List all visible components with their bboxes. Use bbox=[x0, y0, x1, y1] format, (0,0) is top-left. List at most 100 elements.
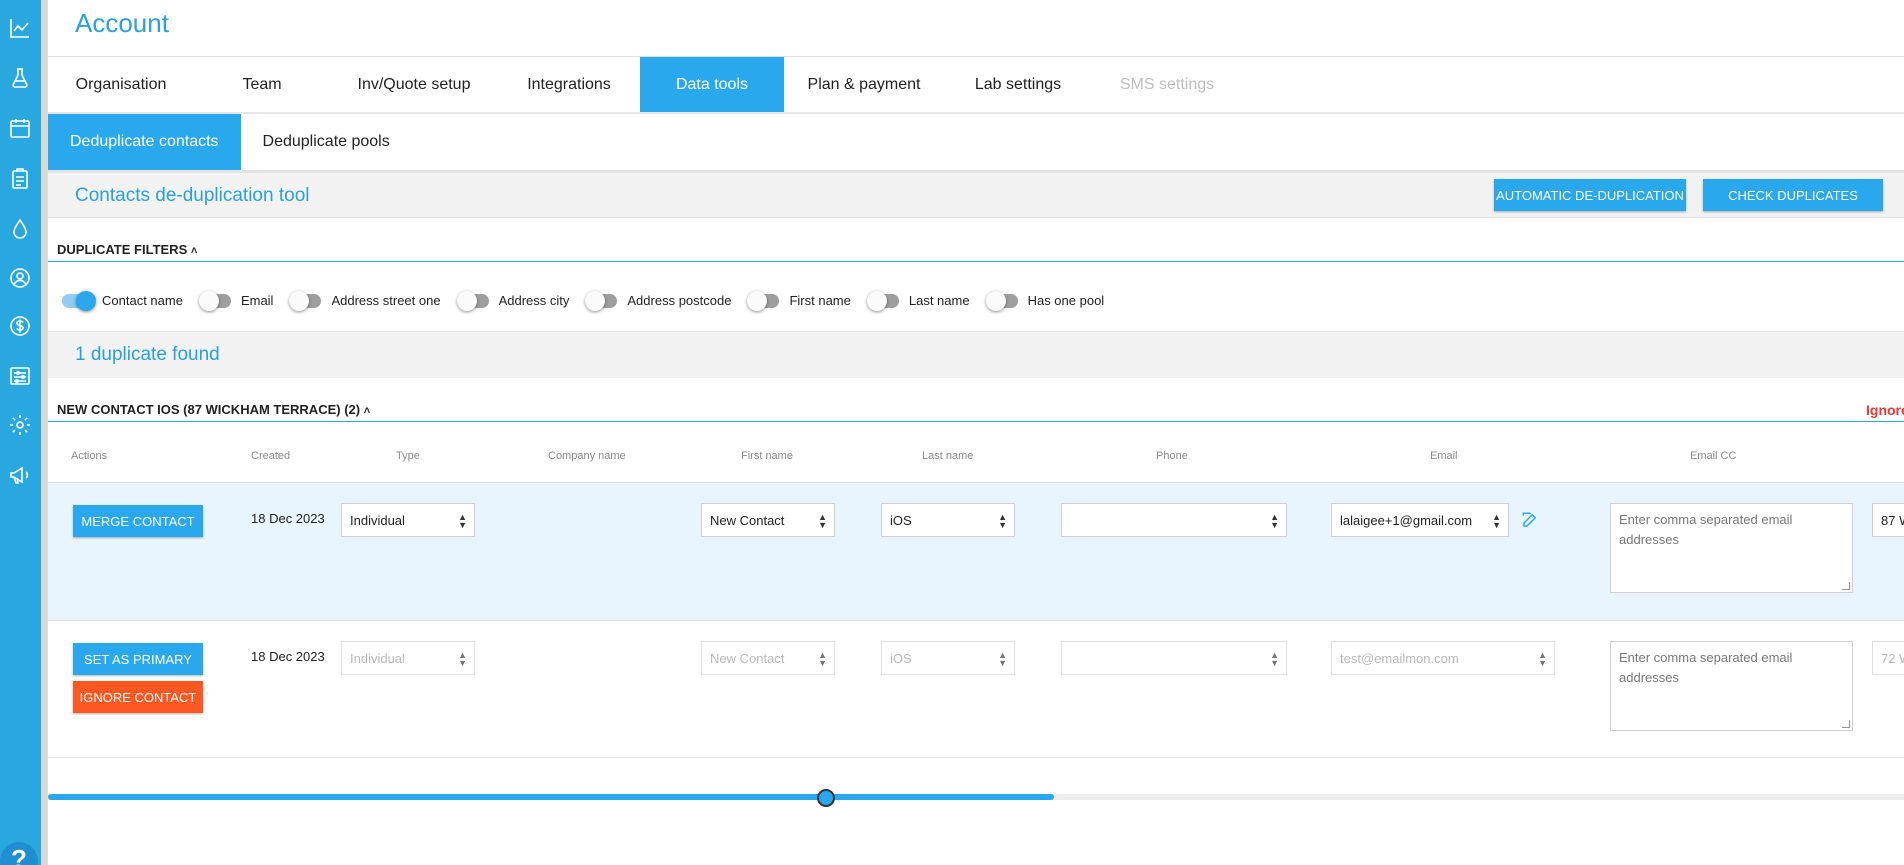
chevron-up-icon: ˄ bbox=[190, 245, 198, 257]
toggle-label: Has one pool bbox=[1027, 293, 1105, 308]
sort-arrows-icon: ▲ ▼ bbox=[1538, 650, 1547, 668]
scrollbar-thumb[interactable] bbox=[48, 794, 1054, 800]
tab-integrations[interactable]: Integrations bbox=[498, 57, 640, 112]
duplicate-summary-bar: 1 duplicate found bbox=[48, 331, 1904, 378]
sort-arrows-icon: ▲ ▼ bbox=[1270, 512, 1279, 530]
last-name-select[interactable]: iOS ▲ ▼ bbox=[881, 641, 1015, 675]
dollar-circle-icon[interactable] bbox=[7, 313, 33, 339]
filter-email[interactable]: Email bbox=[198, 290, 273, 311]
water-drop-icon[interactable] bbox=[7, 216, 33, 242]
toggle-label: Address street one bbox=[331, 293, 441, 308]
toggle-switch[interactable] bbox=[747, 290, 780, 311]
filter-last-name[interactable]: Last name bbox=[866, 290, 970, 311]
col-first-name: First name bbox=[741, 450, 793, 462]
col-company-name: Company name bbox=[548, 450, 626, 462]
tab-inv-quote-setup[interactable]: Inv/Quote setup bbox=[330, 57, 498, 112]
gear-icon[interactable] bbox=[7, 412, 33, 438]
subtab-deduplicate-pools[interactable]: Deduplicate pools bbox=[241, 114, 412, 170]
col-created: Created bbox=[251, 450, 291, 462]
tab-lab-settings[interactable]: Lab settings bbox=[944, 57, 1092, 112]
calendar-icon[interactable] bbox=[7, 115, 33, 141]
tab-sms-settings: SMS settings bbox=[1119, 76, 1215, 93]
chevron-up-icon: ˄ bbox=[363, 405, 371, 417]
col-email: Email bbox=[1430, 450, 1458, 462]
check-duplicates-button[interactable]: CHECK DUPLICATES bbox=[1703, 179, 1883, 211]
sort-arrows-icon: ▲ ▼ bbox=[998, 650, 1007, 668]
toggle-switch[interactable] bbox=[62, 290, 96, 311]
first-name-select[interactable]: New Contact ▲ ▼ bbox=[701, 503, 835, 537]
address-field[interactable]: 72 W bbox=[1872, 641, 1904, 675]
duplicate-group-toggle[interactable]: NEW CONTACT IOS (87 WICKHAM TERRACE) (2)… bbox=[57, 402, 370, 417]
divider bbox=[48, 757, 1904, 758]
megaphone-icon[interactable] bbox=[7, 462, 33, 488]
group-title: NEW CONTACT IOS (87 WICKHAM TERRACE) (2) bbox=[57, 402, 361, 417]
tool-header: Contacts de-duplication tool AUTOMATIC D… bbox=[48, 170, 1904, 218]
set-as-primary-button[interactable]: SET AS PRIMARY bbox=[73, 643, 203, 675]
toggle-switch[interactable] bbox=[289, 290, 322, 311]
email-select[interactable]: test@emailmon.com ▲ ▼ bbox=[1331, 641, 1555, 675]
sliders-icon[interactable] bbox=[7, 363, 33, 389]
tool-title: Contacts de-duplication tool bbox=[75, 185, 310, 206]
sort-arrows-icon: ▲ ▼ bbox=[818, 512, 827, 530]
phone-select[interactable]: ▲ ▼ bbox=[1061, 503, 1287, 537]
filter-address-city[interactable]: Address city bbox=[456, 290, 570, 311]
filter-toggles: Contact name Email Address street one Ad… bbox=[62, 290, 1122, 311]
toggle-switch[interactable] bbox=[985, 290, 1018, 311]
page-title: Account bbox=[75, 8, 169, 38]
automatic-deduplication-button[interactable]: AUTOMATIC DE-DUPLICATION bbox=[1494, 179, 1686, 211]
duplicate-count: 1 duplicate found bbox=[75, 344, 220, 365]
ignore-group-link[interactable]: Ignore bbox=[1866, 402, 1904, 418]
toggle-switch[interactable] bbox=[456, 290, 489, 311]
ignore-contact-button[interactable]: IGNORE CONTACT bbox=[73, 681, 203, 713]
sort-arrows-icon: ▲ ▼ bbox=[1270, 650, 1279, 668]
clipboard-icon[interactable] bbox=[7, 166, 33, 192]
email-cc-textarea[interactable]: Enter comma separated email addresses bbox=[1610, 641, 1853, 731]
filter-contact-name[interactable]: Contact name bbox=[62, 290, 183, 311]
merge-contact-button[interactable]: MERGE CONTACT bbox=[73, 505, 203, 537]
help-icon[interactable]: ? bbox=[0, 842, 38, 865]
divider bbox=[48, 620, 1904, 621]
phone-select[interactable]: ▲ ▼ bbox=[1061, 641, 1287, 675]
scroll-handle[interactable] bbox=[817, 789, 835, 807]
sort-arrows-icon: ▲ ▼ bbox=[458, 650, 467, 668]
last-name-select[interactable]: iOS ▲ ▼ bbox=[881, 503, 1015, 537]
tab-organisation[interactable]: Organisation bbox=[48, 57, 194, 112]
sidebar-border bbox=[41, 0, 48, 865]
address-field[interactable]: 87 W bbox=[1872, 503, 1904, 537]
filter-address-postcode[interactable]: Address postcode bbox=[585, 290, 732, 311]
sort-arrows-icon: ▲ ▼ bbox=[458, 512, 467, 530]
subtab-deduplicate-contacts[interactable]: Deduplicate contacts bbox=[48, 114, 241, 170]
tab-team[interactable]: Team bbox=[194, 57, 330, 112]
account-tabs: Organisation Team Inv/Quote setup Integr… bbox=[48, 57, 1242, 112]
toggle-switch[interactable] bbox=[866, 290, 899, 311]
chart-icon[interactable] bbox=[7, 15, 33, 41]
col-phone: Phone bbox=[1156, 450, 1188, 462]
toggle-label: First name bbox=[789, 293, 851, 308]
flask-icon[interactable] bbox=[7, 65, 33, 91]
col-last-name: Last name bbox=[922, 450, 974, 462]
col-email-cc: Email CC bbox=[1690, 450, 1737, 462]
filter-first-name[interactable]: First name bbox=[747, 290, 851, 311]
type-select[interactable]: Individual ▲ ▼ bbox=[341, 503, 475, 537]
tab-data-tools[interactable]: Data tools bbox=[640, 57, 784, 112]
sidebar: ? bbox=[0, 0, 41, 865]
toggle-switch[interactable] bbox=[198, 290, 231, 311]
email-cc-textarea[interactable]: Enter comma separated email addresses bbox=[1610, 503, 1853, 593]
type-select[interactable]: Individual ▲ ▼ bbox=[341, 641, 475, 675]
filter-address-street-one[interactable]: Address street one bbox=[289, 290, 441, 311]
duplicate-filters-toggle[interactable]: DUPLICATE FILTERS ˄ bbox=[57, 242, 197, 257]
sort-arrows-icon: ▲ ▼ bbox=[818, 650, 827, 668]
toggle-switch[interactable] bbox=[585, 290, 618, 311]
filters-heading: DUPLICATE FILTERS bbox=[57, 242, 188, 257]
email-select[interactable]: lalaigee+1@gmail.com ▲ ▼ bbox=[1331, 503, 1509, 537]
filter-has-one-pool[interactable]: Has one pool bbox=[985, 290, 1105, 311]
created-date: 18 Dec 2023 bbox=[251, 511, 325, 526]
first-name-select[interactable]: New Contact ▲ ▼ bbox=[701, 641, 835, 675]
edit-icon[interactable] bbox=[1521, 511, 1539, 529]
divider bbox=[48, 421, 1904, 422]
toggle-label: Address postcode bbox=[627, 293, 732, 308]
toggle-label: Contact name bbox=[102, 293, 183, 308]
toggle-label: Address city bbox=[498, 293, 570, 308]
tab-plan-payment[interactable]: Plan & payment bbox=[784, 57, 944, 112]
user-circle-icon[interactable] bbox=[7, 265, 33, 291]
